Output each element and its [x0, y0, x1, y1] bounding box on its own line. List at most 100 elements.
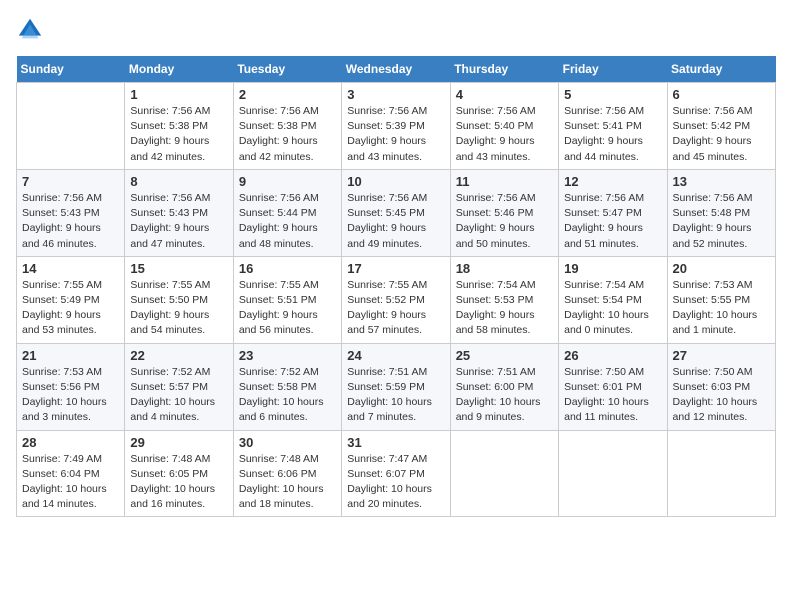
day-number: 16 [239, 261, 336, 276]
calendar-body: 1Sunrise: 7:56 AM Sunset: 5:38 PM Daylig… [17, 83, 776, 517]
calendar-cell: 12Sunrise: 7:56 AM Sunset: 5:47 PM Dayli… [559, 169, 667, 256]
calendar-week-row: 7 Sunrise: 7:56 AM Sunset: 5:43 PM Daylig… [17, 169, 776, 256]
day-info: Sunrise: 7:54 AM Sunset: 5:54 PM Dayligh… [564, 278, 661, 339]
calendar-week-row: 21 Sunrise: 7:53 AM Sunset: 5:56 PM Dayli… [17, 343, 776, 430]
calendar-cell: 14 Sunrise: 7:55 AM Sunset: 5:49 PM Dayli… [17, 256, 125, 343]
day-info: Sunrise: 7:55 AM Sunset: 5:50 PM Dayligh… [130, 278, 227, 339]
weekday-header-wednesday: Wednesday [342, 56, 450, 83]
weekday-header-thursday: Thursday [450, 56, 558, 83]
day-info: Sunrise: 7:56 AM Sunset: 5:46 PM Dayligh… [456, 191, 553, 252]
day-info: Sunrise: 7:48 AM Sunset: 6:05 PM Dayligh… [130, 452, 227, 513]
calendar-cell: 11 Sunrise: 7:56 AM Sunset: 5:46 PM Dayli… [450, 169, 558, 256]
calendar-table: SundayMondayTuesdayWednesdayThursdayFrid… [16, 56, 776, 517]
calendar-cell: 6 Sunrise: 7:56 AM Sunset: 5:42 PM Daylig… [667, 83, 775, 170]
calendar-cell: 13 Sunrise: 7:56 AM Sunset: 5:48 PM Dayli… [667, 169, 775, 256]
day-number: 11 [456, 174, 553, 189]
day-info: Sunrise: 7:56 AM Sunset: 5:40 PM Dayligh… [456, 104, 553, 165]
calendar-cell: 27 Sunrise: 7:50 AM Sunset: 6:03 PM Dayli… [667, 343, 775, 430]
day-info: Sunrise: 7:56 AM Sunset: 5:45 PM Dayligh… [347, 191, 444, 252]
day-info: Sunrise: 7:47 AM Sunset: 6:07 PM Dayligh… [347, 452, 444, 513]
weekday-header-monday: Monday [125, 56, 233, 83]
calendar-cell: 7 Sunrise: 7:56 AM Sunset: 5:43 PM Daylig… [17, 169, 125, 256]
calendar-cell: 3 Sunrise: 7:56 AM Sunset: 5:39 PM Daylig… [342, 83, 450, 170]
logo [16, 16, 48, 44]
calendar-cell: 26 Sunrise: 7:50 AM Sunset: 6:01 PM Dayli… [559, 343, 667, 430]
day-number: 27 [673, 348, 770, 363]
day-number: 29 [130, 435, 227, 450]
day-number: 24 [347, 348, 444, 363]
day-number: 9 [239, 174, 336, 189]
day-info: Sunrise: 7:51 AM Sunset: 5:59 PM Dayligh… [347, 365, 444, 426]
day-info: Sunrise: 7:56 AM Sunset: 5:38 PM Dayligh… [130, 104, 227, 165]
day-info: Sunrise: 7:56 AM Sunset: 5:42 PM Dayligh… [673, 104, 770, 165]
day-info: Sunrise: 7:52 AM Sunset: 5:57 PM Dayligh… [130, 365, 227, 426]
day-number: 14 [22, 261, 119, 276]
day-info: Sunrise: 7:54 AM Sunset: 5:53 PM Dayligh… [456, 278, 553, 339]
day-info: Sunrise: 7:55 AM Sunset: 5:52 PM Dayligh… [347, 278, 444, 339]
day-number: 2 [239, 87, 336, 102]
logo-icon [16, 16, 44, 44]
calendar-week-row: 14 Sunrise: 7:55 AM Sunset: 5:49 PM Dayli… [17, 256, 776, 343]
day-info: Sunrise: 7:53 AM Sunset: 5:55 PM Dayligh… [673, 278, 770, 339]
day-number: 28 [22, 435, 119, 450]
day-info: Sunrise: 7:56 AM Sunset: 5:47 PM Dayligh… [564, 191, 661, 252]
calendar-cell: 19 Sunrise: 7:54 AM Sunset: 5:54 PM Dayli… [559, 256, 667, 343]
calendar-cell [450, 430, 558, 517]
day-number: 31 [347, 435, 444, 450]
calendar-cell: 10 Sunrise: 7:56 AM Sunset: 5:45 PM Dayli… [342, 169, 450, 256]
day-number: 22 [130, 348, 227, 363]
calendar-cell: 23Sunrise: 7:52 AM Sunset: 5:58 PM Dayli… [233, 343, 341, 430]
calendar-cell: 28 Sunrise: 7:49 AM Sunset: 6:04 PM Dayli… [17, 430, 125, 517]
day-info: Sunrise: 7:51 AM Sunset: 6:00 PM Dayligh… [456, 365, 553, 426]
calendar-cell: 9 Sunrise: 7:56 AM Sunset: 5:44 PM Daylig… [233, 169, 341, 256]
day-number: 15 [130, 261, 227, 276]
day-number: 18 [456, 261, 553, 276]
day-number: 26 [564, 348, 661, 363]
day-info: Sunrise: 7:56 AM Sunset: 5:43 PM Dayligh… [22, 191, 119, 252]
calendar-week-row: 1Sunrise: 7:56 AM Sunset: 5:38 PM Daylig… [17, 83, 776, 170]
calendar-cell: 25 Sunrise: 7:51 AM Sunset: 6:00 PM Dayli… [450, 343, 558, 430]
day-info: Sunrise: 7:55 AM Sunset: 5:51 PM Dayligh… [239, 278, 336, 339]
day-number: 7 [22, 174, 119, 189]
calendar-header-row: SundayMondayTuesdayWednesdayThursdayFrid… [17, 56, 776, 83]
page-header [16, 16, 776, 44]
day-number: 20 [673, 261, 770, 276]
day-number: 5 [564, 87, 661, 102]
calendar-cell: 16 Sunrise: 7:55 AM Sunset: 5:51 PM Dayli… [233, 256, 341, 343]
day-info: Sunrise: 7:50 AM Sunset: 6:01 PM Dayligh… [564, 365, 661, 426]
day-number: 19 [564, 261, 661, 276]
calendar-cell: 8 Sunrise: 7:56 AM Sunset: 5:43 PM Daylig… [125, 169, 233, 256]
day-info: Sunrise: 7:56 AM Sunset: 5:43 PM Dayligh… [130, 191, 227, 252]
calendar-cell: 30Sunrise: 7:48 AM Sunset: 6:06 PM Dayli… [233, 430, 341, 517]
day-number: 25 [456, 348, 553, 363]
calendar-cell [559, 430, 667, 517]
day-info: Sunrise: 7:56 AM Sunset: 5:38 PM Dayligh… [239, 104, 336, 165]
day-info: Sunrise: 7:49 AM Sunset: 6:04 PM Dayligh… [22, 452, 119, 513]
weekday-header-tuesday: Tuesday [233, 56, 341, 83]
calendar-cell [17, 83, 125, 170]
calendar-cell: 24 Sunrise: 7:51 AM Sunset: 5:59 PM Dayli… [342, 343, 450, 430]
day-number: 30 [239, 435, 336, 450]
day-info: Sunrise: 7:55 AM Sunset: 5:49 PM Dayligh… [22, 278, 119, 339]
calendar-cell: 5Sunrise: 7:56 AM Sunset: 5:41 PM Daylig… [559, 83, 667, 170]
day-number: 6 [673, 87, 770, 102]
weekday-header-sunday: Sunday [17, 56, 125, 83]
calendar-cell: 4 Sunrise: 7:56 AM Sunset: 5:40 PM Daylig… [450, 83, 558, 170]
day-number: 21 [22, 348, 119, 363]
day-number: 8 [130, 174, 227, 189]
weekday-header-friday: Friday [559, 56, 667, 83]
calendar-week-row: 28 Sunrise: 7:49 AM Sunset: 6:04 PM Dayli… [17, 430, 776, 517]
day-number: 4 [456, 87, 553, 102]
day-info: Sunrise: 7:52 AM Sunset: 5:58 PM Dayligh… [239, 365, 336, 426]
day-info: Sunrise: 7:53 AM Sunset: 5:56 PM Dayligh… [22, 365, 119, 426]
day-number: 3 [347, 87, 444, 102]
day-info: Sunrise: 7:56 AM Sunset: 5:48 PM Dayligh… [673, 191, 770, 252]
calendar-cell: 29 Sunrise: 7:48 AM Sunset: 6:05 PM Dayli… [125, 430, 233, 517]
day-number: 10 [347, 174, 444, 189]
day-info: Sunrise: 7:50 AM Sunset: 6:03 PM Dayligh… [673, 365, 770, 426]
day-info: Sunrise: 7:56 AM Sunset: 5:39 PM Dayligh… [347, 104, 444, 165]
day-info: Sunrise: 7:56 AM Sunset: 5:44 PM Dayligh… [239, 191, 336, 252]
weekday-header-saturday: Saturday [667, 56, 775, 83]
day-number: 13 [673, 174, 770, 189]
calendar-cell: 1Sunrise: 7:56 AM Sunset: 5:38 PM Daylig… [125, 83, 233, 170]
